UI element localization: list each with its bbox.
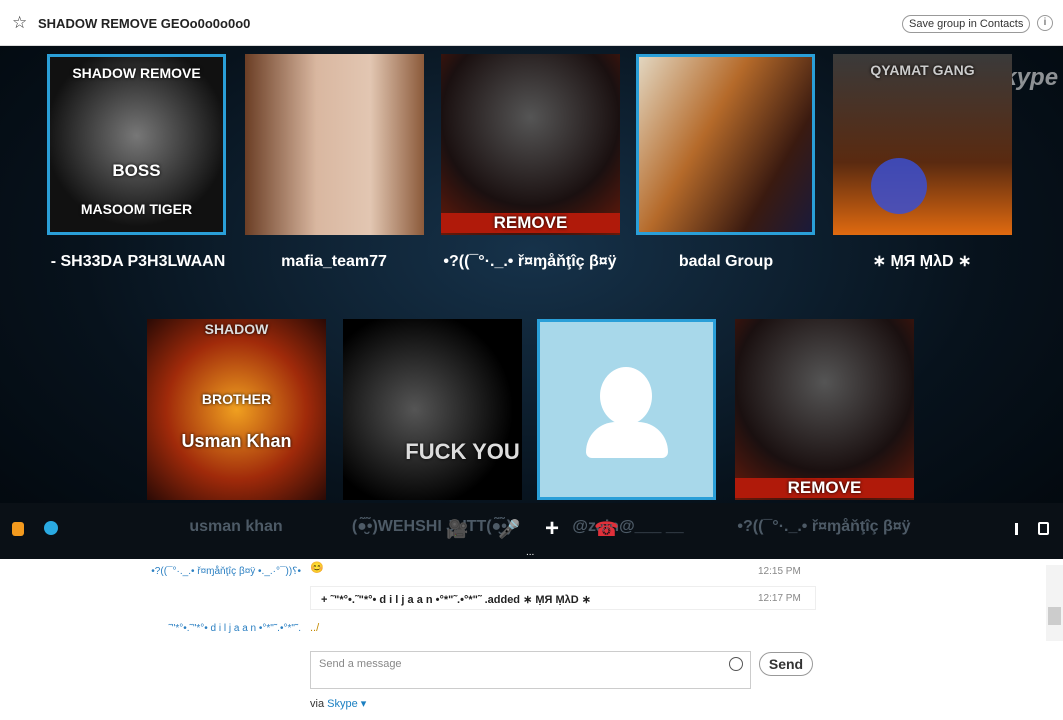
via-text: via: [310, 698, 325, 710]
add-participant-icon[interactable]: +: [545, 515, 559, 543]
avatar-caption: SHADOW REMOVE: [72, 65, 201, 81]
participant-name: @zain@___ __: [572, 518, 684, 535]
signal-icon: [1004, 523, 1018, 535]
participant-video[interactable]: FUCK YOU: [343, 319, 522, 500]
participant-video[interactable]: SHADOW REMOVE BOSS MASOOM TIGER: [47, 54, 226, 235]
participant-name: usman khan: [189, 518, 283, 535]
default-avatar-icon: [600, 367, 652, 425]
favorite-star-icon[interactable]: ☆: [12, 13, 27, 33]
via-skype-dropdown[interactable]: Skype ▾: [327, 698, 366, 710]
scrollbar-thumb[interactable]: [1048, 607, 1061, 625]
participant-video[interactable]: [537, 319, 716, 500]
via-label: via Skype ▾: [310, 697, 366, 710]
message-sender[interactable]: •?((¯°·._.• ř¤ɱåňţîç β¤ÿ •._.·°¯))؟•: [151, 566, 301, 577]
message-input[interactable]: Send a message: [310, 651, 751, 689]
participant-name: •?((¯°·._.• ř¤ɱåňţîç β¤ÿ: [737, 518, 911, 535]
header: ☆ SHADOW REMOVE GEOo0o0o0o0 Save group i…: [0, 0, 1063, 46]
avatar-caption: BOSS: [112, 161, 161, 180]
avatar-caption: MASOOM TIGER: [80, 201, 193, 217]
send-button[interactable]: Send: [759, 652, 813, 676]
contacts-icon[interactable]: [12, 522, 24, 536]
more-options-icon[interactable]: ...: [526, 547, 534, 558]
participant-name: •?((¯°·._.• ř¤ɱåňţîç β¤ÿ: [443, 253, 617, 270]
hang-up-icon[interactable]: ☎: [594, 517, 619, 542]
call-controls: usman khan (●̮̮̃•̃)WEHSHI JUTT(●̮̮̃•̃) @…: [0, 503, 1063, 559]
participant-name: badal Group: [678, 253, 774, 270]
avatar-caption: BROTHER: [201, 391, 272, 407]
participant-name: ∗ ṂЯ ṂλD ∗: [872, 253, 972, 270]
avatar-caption: REMOVE: [735, 478, 914, 498]
chat-icon[interactable]: [44, 521, 58, 535]
chat-panel: •?((¯°·._.• ř¤ɱåňţîç β¤ÿ •._.·°¯))؟• 😊 1…: [0, 559, 1063, 720]
participant-video[interactable]: REMOVE: [441, 54, 620, 235]
default-avatar-body: [586, 422, 668, 458]
loading-spinner: [871, 158, 927, 214]
emoticon-icon[interactable]: [729, 657, 743, 671]
system-message: + ˜"*°•.˜"*°• d i l j a a n •°*"˜.•°*"˜ …: [310, 586, 816, 610]
message-time: 12:15 PM: [758, 566, 801, 577]
participant-video[interactable]: REMOVE: [735, 319, 914, 500]
participant-name: mafia_team77: [281, 253, 387, 270]
participant-video[interactable]: [245, 54, 424, 235]
avatar-caption: SHADOW: [204, 321, 269, 337]
mic-muted-icon[interactable]: 🎤: [498, 519, 520, 540]
message-sender[interactable]: ˜"*°•.˜"*°• d i l j a a n •°*"˜.•°*"˜.: [168, 623, 301, 634]
fullscreen-icon[interactable]: [1038, 522, 1049, 535]
message-text: 😊: [310, 562, 324, 574]
conversation-title: SHADOW REMOVE GEOo0o0o0o0: [38, 16, 251, 31]
message-time: 12:17 PM: [758, 593, 801, 604]
scrollbar[interactable]: [1046, 565, 1063, 641]
avatar-caption: QYAMAT GANG: [870, 62, 975, 78]
save-group-button[interactable]: Save group in Contacts: [902, 15, 1031, 33]
avatar-caption: Usman Khan: [181, 431, 292, 451]
participant-video[interactable]: SHADOW BROTHER Usman Khan: [147, 319, 326, 500]
participant-video[interactable]: [636, 54, 815, 235]
participant-video[interactable]: QYAMAT GANG: [833, 54, 1012, 235]
participant-name: - SH33DA P3H3LWAAN: [50, 253, 226, 270]
group-call-stage: skype SHADOW REMOVE BOSS MASOOM TIGER RE…: [0, 46, 1063, 559]
participant-name: (●̮̮̃•̃)WEHSHI JUTT(●̮̮̃•̃): [351, 518, 513, 535]
info-icon[interactable]: i: [1037, 15, 1053, 31]
avatar-caption: REMOVE: [441, 213, 620, 233]
avatar-caption: FUCK YOU: [405, 439, 520, 464]
message-text: ../: [310, 622, 320, 634]
video-off-icon[interactable]: 🎥: [446, 519, 468, 540]
